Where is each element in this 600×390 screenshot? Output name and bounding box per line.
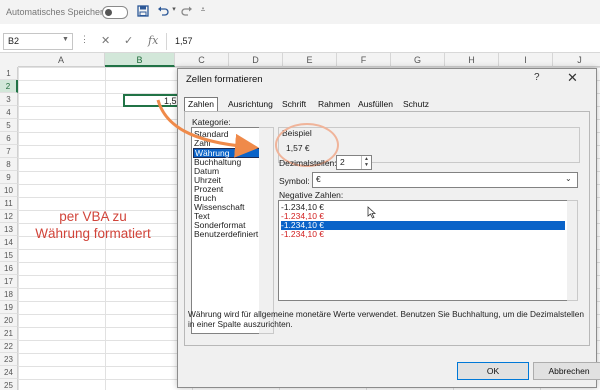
row-header-19[interactable]: 19	[0, 301, 18, 314]
autosave-label: Automatisches Speichern	[6, 7, 109, 17]
row-header-9[interactable]: 9	[0, 171, 18, 184]
more-options-icon: ⋮	[80, 34, 89, 44]
row-header-3[interactable]: 3	[0, 93, 18, 106]
annotation-line: per VBA zu Währung formatiert	[35, 209, 151, 241]
column-header-e[interactable]: E	[283, 53, 337, 67]
customize-quick-access-icon[interactable]: ⩡	[198, 5, 208, 19]
row-header-18[interactable]: 18	[0, 288, 18, 301]
row-header-15[interactable]: 15	[0, 249, 18, 262]
row-header-7[interactable]: 7	[0, 145, 18, 158]
tab-schrift[interactable]: Schrift	[282, 98, 306, 110]
dezimalstellen-label: Dezimalstellen:	[279, 158, 337, 168]
column-header-d[interactable]: D	[229, 53, 283, 67]
chevron-down-icon[interactable]: ⌄	[565, 174, 572, 183]
negative-zahlen-label: Negative Zahlen:	[279, 190, 344, 200]
tab-ausrichtung[interactable]: Ausrichtung	[228, 98, 273, 110]
kategorie-benutzerdefiniert[interactable]: Benutzerdefiniert	[194, 230, 258, 239]
undo-icon[interactable]	[156, 5, 170, 19]
column-header-b[interactable]: B	[105, 53, 175, 67]
kategorie-zahl[interactable]: Zahl	[194, 139, 211, 148]
help-button[interactable]: ?	[534, 72, 540, 83]
row-header-4[interactable]: 4	[0, 106, 18, 119]
format-description: Währung wird für allgemeine monetäre Wer…	[188, 309, 584, 329]
row-header-6[interactable]: 6	[0, 132, 18, 145]
tab-ausfuellen[interactable]: Ausfüllen	[358, 98, 393, 110]
select-all-corner[interactable]	[0, 53, 19, 68]
chevron-down-icon[interactable]: ▼	[62, 36, 69, 43]
ok-button[interactable]: OK	[457, 362, 529, 380]
dezimalstellen-stepper[interactable]: 2 ▲ ▼	[336, 155, 372, 170]
row-header-1[interactable]: 1	[0, 67, 18, 80]
row-header-24[interactable]: 24	[0, 366, 18, 379]
row-header-17[interactable]: 17	[0, 275, 18, 288]
stepper-arrows-icon[interactable]: ▲ ▼	[361, 156, 371, 169]
row-header-23[interactable]: 23	[0, 353, 18, 366]
row-header-2[interactable]: 2	[0, 80, 18, 93]
kategorie-label: Kategorie:	[192, 117, 231, 127]
row-header-8[interactable]: 8	[0, 158, 18, 171]
tab-rahmen[interactable]: Rahmen	[318, 98, 350, 110]
symbol-value: €	[316, 174, 321, 184]
redo-icon[interactable]	[180, 5, 194, 19]
row-header-16[interactable]: 16	[0, 262, 18, 275]
name-box-value: B2	[8, 36, 20, 46]
formula-input[interactable]: 1,57	[175, 36, 193, 46]
row-header-21[interactable]: 21	[0, 327, 18, 340]
autosave-toggle-knob	[105, 9, 112, 16]
cancel-edit-icon[interactable]: ✕	[101, 34, 110, 47]
column-header-f[interactable]: F	[337, 53, 391, 67]
close-icon[interactable]: ✕	[567, 70, 578, 86]
column-header-h[interactable]: H	[445, 53, 499, 67]
name-box[interactable]: B2 ▼	[3, 33, 73, 50]
symbol-select[interactable]: € ⌄	[312, 172, 578, 188]
column-header-j[interactable]: J	[553, 53, 600, 67]
row-header-11[interactable]: 11	[0, 197, 18, 210]
row-header-13[interactable]: 13	[0, 223, 18, 236]
tab-schutz[interactable]: Schutz	[403, 98, 429, 110]
formula-divider	[166, 33, 167, 50]
row-header-12[interactable]: 12	[0, 210, 18, 223]
row-header-20[interactable]: 20	[0, 314, 18, 327]
row-header-22[interactable]: 22	[0, 340, 18, 353]
formula-bar: B2 ▼ ⋮ ✕ ✓ fx	[0, 30, 600, 53]
row-header-5[interactable]: 5	[0, 119, 18, 132]
column-header-c[interactable]: C	[175, 53, 229, 67]
confirm-edit-icon[interactable]: ✓	[124, 34, 133, 47]
row-header-10[interactable]: 10	[0, 184, 18, 197]
title-bar: Automatisches Speichern ▾ ⩡	[0, 0, 600, 24]
annotation-text: per VBA zu Währung formatiert	[18, 208, 168, 242]
save-icon[interactable]	[136, 5, 150, 19]
mouse-pointer-icon	[367, 206, 377, 221]
negative-zahlen-scrollbar[interactable]	[567, 200, 578, 301]
row-header-14[interactable]: 14	[0, 236, 18, 249]
undo-dropdown-icon[interactable]: ▾	[170, 5, 178, 19]
dialog-title: Zellen formatieren	[186, 74, 263, 85]
tab-zahlen[interactable]: Zahlen	[184, 97, 218, 111]
negative-option-red-2[interactable]: -1.234,10 €	[281, 230, 565, 239]
format-cells-dialog: Zellen formatieren ? ✕ Zahlen Ausrichtun…	[177, 68, 600, 388]
dezimalstellen-value[interactable]: 2	[340, 157, 345, 167]
kategorie-scrollbar[interactable]	[259, 127, 274, 334]
negative-zahlen-list[interactable]: -1.234,10 € -1.234,10 € -1.234,10 € -1.2…	[278, 200, 570, 301]
symbol-label: Symbol:	[279, 176, 310, 186]
autosave-toggle[interactable]	[102, 6, 128, 19]
column-header-g[interactable]: G	[391, 53, 445, 67]
column-header-i[interactable]: I	[499, 53, 553, 67]
row-header-25[interactable]: 25	[0, 379, 18, 390]
column-header-a[interactable]: A	[18, 53, 105, 67]
insert-function-icon[interactable]: fx	[148, 34, 158, 47]
cancel-button[interactable]: Abbrechen	[533, 362, 600, 380]
